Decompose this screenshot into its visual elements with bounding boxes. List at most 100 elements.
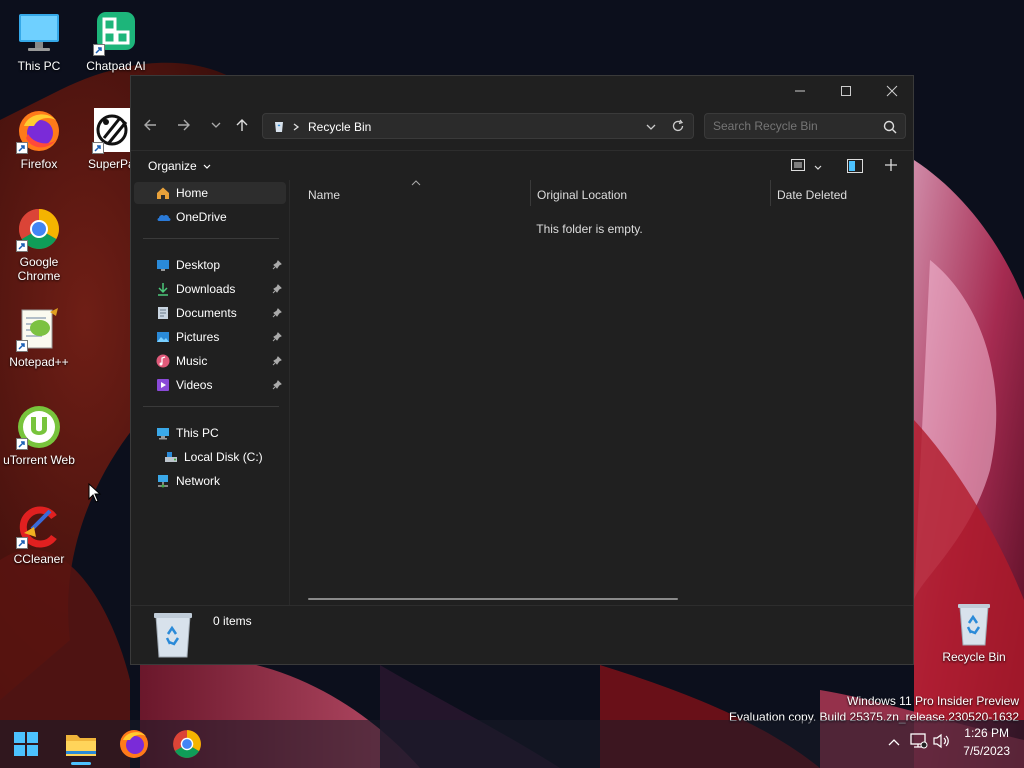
minimize-button[interactable] [777, 76, 823, 106]
organize-label: Organize [148, 159, 197, 173]
desktop-icon-label: Notepad++ [9, 355, 69, 369]
desktop-icon-label: Firefox [20, 157, 58, 171]
shortcut-arrow-icon [16, 142, 28, 154]
nav-item-label: Music [176, 354, 208, 368]
chrome-icon [16, 206, 62, 252]
nav-item-music[interactable]: Music [134, 350, 286, 372]
back-button[interactable] [135, 110, 165, 140]
organize-menu[interactable]: Organize [148, 159, 211, 173]
nav-item-label: Home [176, 186, 209, 200]
pin-icon [272, 307, 282, 321]
start-button[interactable] [6, 724, 46, 764]
notepad-plus-plus-icon [16, 306, 62, 352]
ccleaner-icon [16, 503, 62, 549]
nav-item-local-disk[interactable]: Local Disk (C:) [134, 446, 286, 468]
desktop-icon-notepad-plus-plus[interactable]: Notepad++ [1, 306, 77, 369]
chevron-down-icon [211, 122, 221, 128]
navigation-pane: Home OneDrive Desktop Downloads Document… [131, 180, 289, 606]
nav-item-network[interactable]: Network [134, 470, 286, 492]
windows-logo-icon [14, 732, 38, 756]
taskbar-file-explorer-button[interactable] [61, 724, 101, 765]
desktop-icon-this-pc[interactable]: This PC [1, 10, 77, 73]
search-box[interactable] [704, 113, 906, 139]
desktop-icon-utorrent-web[interactable]: uTorrent Web [1, 404, 77, 467]
mouse-cursor-icon [88, 483, 102, 503]
chevron-down-icon [814, 165, 822, 170]
maximize-button[interactable] [823, 76, 869, 106]
video-icon [156, 378, 170, 392]
shortcut-arrow-icon [16, 240, 28, 252]
drive-icon [164, 450, 178, 464]
desktop-icon-label: This PC [17, 59, 61, 73]
nav-item-onedrive[interactable]: OneDrive [134, 206, 286, 228]
desktop-icon-recycle-bin[interactable]: Recycle Bin [936, 601, 1012, 664]
column-header-date-deleted[interactable]: Date Deleted [777, 188, 847, 202]
recycle-bin-icon [951, 601, 997, 647]
active-app-indicator [71, 762, 91, 765]
clock-time: 1:26 PM [964, 726, 1009, 740]
up-button[interactable] [227, 110, 257, 140]
search-input[interactable] [713, 119, 878, 133]
arrow-up-icon [236, 119, 248, 131]
desktop-icon-google-chrome[interactable]: Google Chrome [1, 206, 77, 283]
view-options-button[interactable] [791, 159, 822, 174]
preview-pane-button[interactable] [847, 159, 863, 176]
pin-icon [272, 331, 282, 345]
nav-item-label: OneDrive [176, 210, 227, 224]
address-dropdown-icon[interactable] [645, 122, 657, 132]
taskbar-firefox-button[interactable] [114, 724, 154, 764]
superpaint-icon [92, 108, 130, 154]
address-bar[interactable]: Recycle Bin [262, 113, 694, 139]
nav-item-this-pc[interactable]: This PC [134, 422, 286, 444]
minimize-icon [795, 90, 805, 92]
details-view-icon [791, 159, 805, 171]
nav-item-downloads[interactable]: Downloads [134, 278, 286, 300]
shortcut-arrow-icon [16, 537, 28, 549]
desktop-folder-icon [156, 258, 170, 272]
item-count: 0 items [213, 614, 252, 628]
nav-item-pictures[interactable]: Pictures [134, 326, 286, 348]
close-button[interactable] [869, 76, 915, 106]
taskbar-chrome-button[interactable] [167, 724, 207, 764]
nav-item-label: Documents [176, 306, 237, 320]
show-hidden-icons-button[interactable] [888, 736, 900, 750]
chevron-up-icon [888, 739, 900, 746]
column-separator[interactable] [530, 180, 531, 206]
chevron-right-icon [293, 123, 300, 131]
file-list: Name Original Location Date Deleted This… [290, 180, 913, 606]
search-icon [883, 120, 897, 134]
nav-item-label: Local Disk (C:) [184, 450, 263, 464]
network-status-button[interactable] [910, 733, 928, 752]
file-explorer-icon [66, 735, 96, 756]
nav-item-home[interactable]: Home [134, 182, 286, 204]
new-button[interactable] [884, 158, 898, 175]
close-icon [886, 85, 898, 97]
nav-item-label: Network [176, 474, 221, 488]
title-bar[interactable] [131, 76, 913, 106]
maximize-icon [841, 86, 851, 96]
nav-item-label: This PC [176, 426, 219, 440]
chatpad-icon [93, 10, 139, 56]
desktop-icon-superpa[interactable]: SuperPa [78, 108, 130, 171]
home-icon [156, 186, 170, 200]
volume-button[interactable] [933, 733, 951, 752]
nav-item-desktop[interactable]: Desktop [134, 254, 286, 276]
desktop-icon-chatpad-ai[interactable]: Chatpad AI [78, 10, 154, 73]
desktop-icon-firefox[interactable]: Firefox [1, 108, 77, 171]
column-header-name[interactable]: Name [308, 188, 340, 202]
taskbar-clock[interactable]: 1:26 PM 7/5/2023 [963, 724, 1010, 760]
plus-icon [885, 159, 897, 171]
speaker-icon [933, 733, 949, 749]
nav-item-documents[interactable]: Documents [134, 302, 286, 324]
column-separator[interactable] [770, 180, 771, 206]
nav-item-videos[interactable]: Videos [134, 374, 286, 396]
empty-folder-message: This folder is empty. [536, 222, 643, 236]
taskbar: 1:26 PM 7/5/2023 [0, 720, 1024, 768]
refresh-icon[interactable] [671, 119, 685, 133]
desktop-icon-ccleaner[interactable]: CCleaner [1, 503, 77, 566]
details-footer: 0 items [131, 605, 913, 664]
horizontal-scrollbar[interactable] [308, 598, 678, 600]
firefox-icon [120, 730, 148, 758]
column-header-original-location[interactable]: Original Location [537, 188, 627, 202]
forward-button[interactable] [169, 110, 199, 140]
